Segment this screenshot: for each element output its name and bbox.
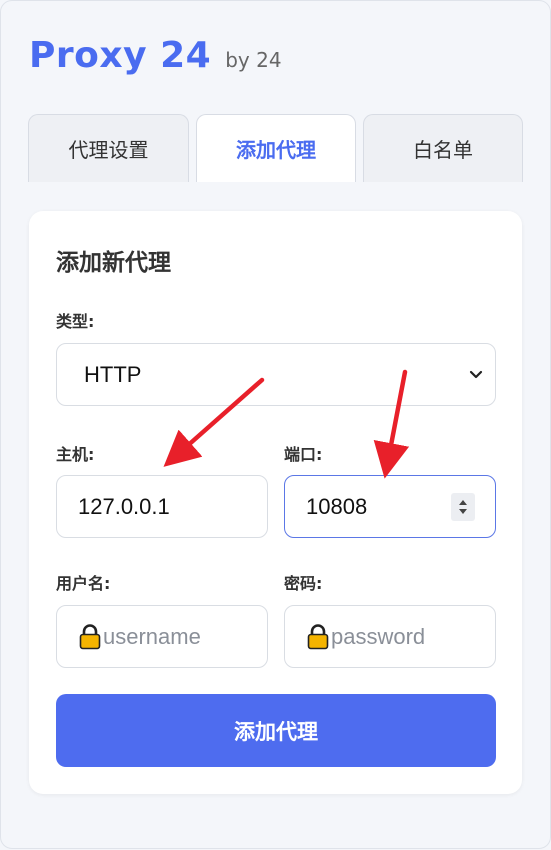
password-placeholder: password xyxy=(331,623,426,649)
password-label: 密码: xyxy=(284,574,323,593)
username-label: 用户名: xyxy=(56,574,111,593)
app-header: Proxy 24 by 24 xyxy=(29,35,282,76)
tab-whitelist[interactable]: 白名单 xyxy=(363,114,523,182)
username-placeholder: username xyxy=(103,623,201,649)
tab-bar: 代理设置 添加代理 白名单 xyxy=(28,114,523,182)
host-input-value: 127.0.0.1 xyxy=(78,493,170,519)
add-proxy-card: 添加新代理 类型: HTTP 主机: 127.0.0.1 端口: 10808 用… xyxy=(29,211,522,794)
app-title: Proxy 24 xyxy=(29,35,212,76)
spinner-arrows-icon xyxy=(459,500,467,514)
lock-icon xyxy=(79,623,101,649)
port-input-value: 10808 xyxy=(306,493,368,519)
app-byline: by 24 xyxy=(225,48,282,72)
add-proxy-button[interactable]: 添加代理 xyxy=(56,694,496,767)
chevron-down-icon xyxy=(469,370,483,379)
tab-add-proxy[interactable]: 添加代理 xyxy=(196,114,356,182)
host-input[interactable]: 127.0.0.1 xyxy=(56,475,268,538)
card-title: 添加新代理 xyxy=(56,250,171,276)
tab-proxy-settings[interactable]: 代理设置 xyxy=(28,114,189,182)
popup-panel: Proxy 24 by 24 代理设置 添加代理 白名单 添加新代理 类型: H… xyxy=(0,0,551,849)
type-label: 类型: xyxy=(56,312,95,331)
port-label: 端口: xyxy=(284,445,323,464)
port-input[interactable]: 10808 xyxy=(284,475,496,538)
username-input[interactable]: username xyxy=(56,605,268,668)
type-select-value: HTTP xyxy=(84,361,142,387)
type-select[interactable]: HTTP xyxy=(56,343,496,406)
lock-icon xyxy=(307,623,329,649)
host-label: 主机: xyxy=(56,445,95,464)
port-stepper[interactable] xyxy=(451,493,475,521)
password-input[interactable]: password xyxy=(284,605,496,668)
